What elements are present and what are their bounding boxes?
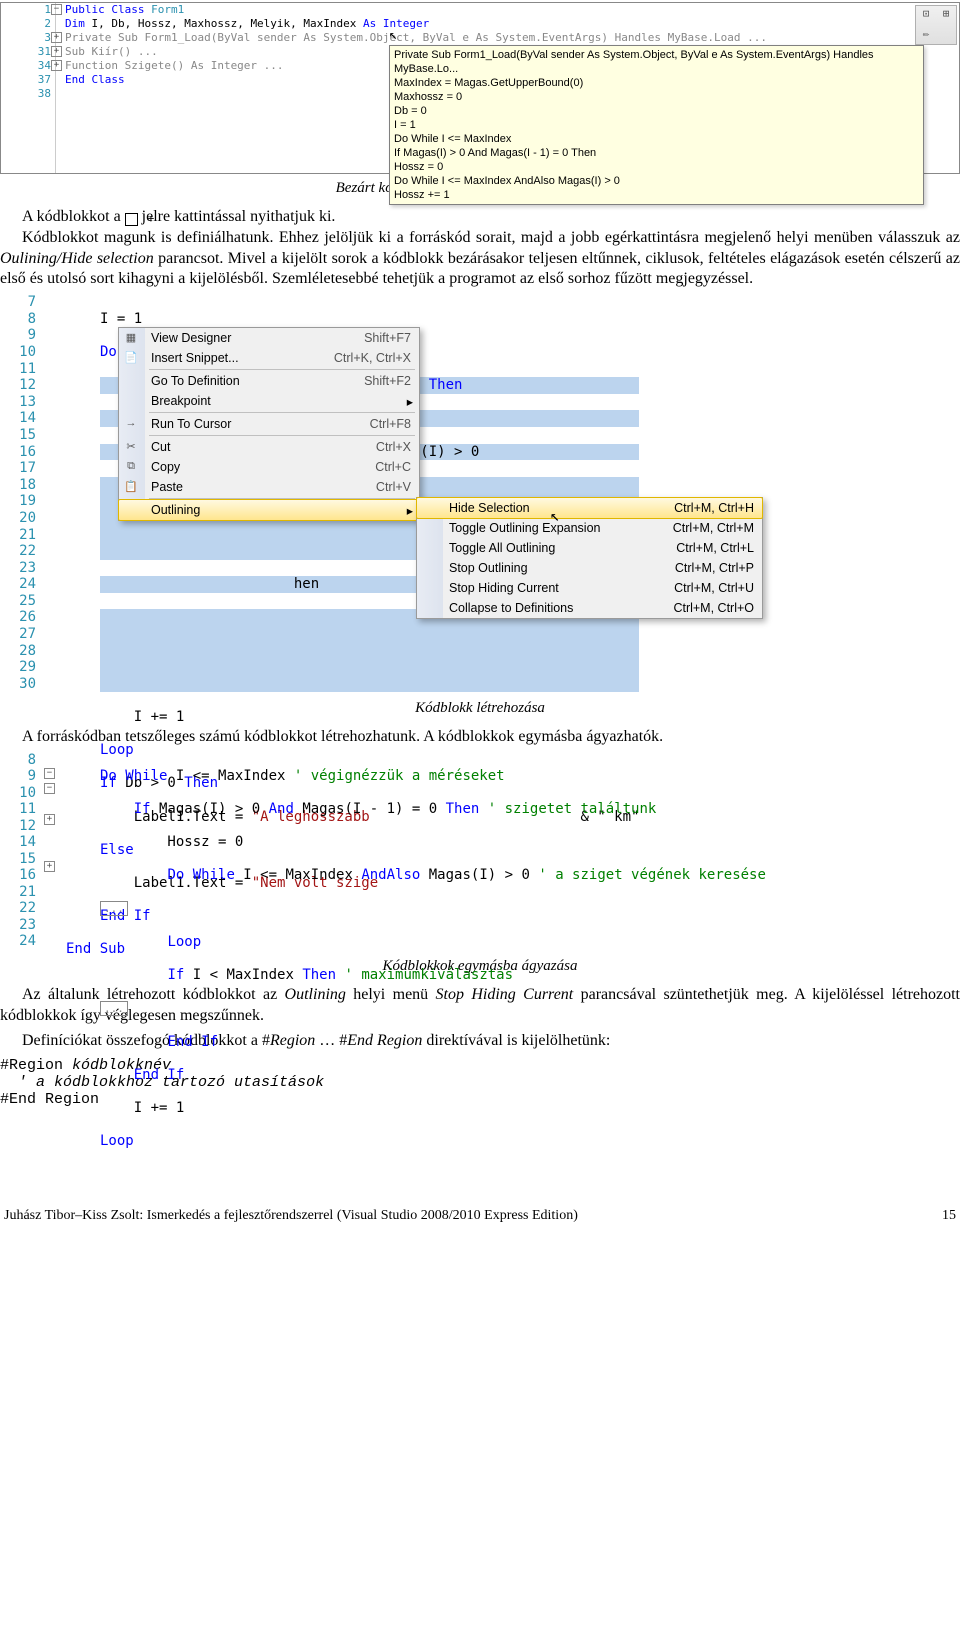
menu-item[interactable]: 📋PasteCtrl+V [119, 477, 419, 497]
line-gutter: 1 2 3 31 34 37 38 [1, 3, 56, 173]
code-tooltip: Private Sub Form1_Load(ByVal sender As S… [389, 45, 924, 205]
menu-item[interactable]: Go To DefinitionShift+F2 [119, 371, 419, 391]
screenshot-collapsed-code: 1 2 3 31 34 37 38 − + + + Public Class F… [0, 2, 960, 174]
page-footer: Juhász Tibor–Kiss Zsolt: Ismerkedés a fe… [0, 1208, 960, 1230]
menu-icon: ⧉ [123, 460, 139, 476]
fold-plus-icon[interactable]: + [51, 46, 62, 57]
submenu-item[interactable]: Stop Hiding CurrentCtrl+M, Ctrl+U [417, 578, 762, 598]
menu-item[interactable]: ▦View DesignerShift+F7 [119, 328, 419, 348]
outlining-submenu: Hide SelectionCtrl+M, Ctrl+HToggle Outli… [416, 497, 763, 619]
fold-minus-icon[interactable]: − [51, 4, 62, 15]
paragraph-1a: A kódblokkot a + jelre kattintással nyit… [0, 207, 960, 228]
collapsed-dots[interactable]: ... [100, 901, 128, 916]
outline-column: − + + + [51, 3, 63, 173]
fold-minus-icon[interactable]: − [44, 768, 55, 779]
collapsed-dots[interactable]: ... [100, 1001, 128, 1016]
screenshot-nested-blocks: 8910 111214 151621 222324 − − + + Do Whi… [0, 752, 960, 952]
line-gutter: 789 101112 131415 161718 192021 222324 2… [0, 294, 36, 692]
submenu-item[interactable]: Stop OutliningCtrl+M, Ctrl+P [417, 558, 762, 578]
cursor-icon: ↖ [389, 27, 397, 43]
submenu-item[interactable]: Toggle All OutliningCtrl+M, Ctrl+L [417, 538, 762, 558]
cursor-icon: ↖ [550, 506, 560, 525]
fold-plus-icon[interactable]: + [51, 32, 62, 43]
toolbox-panel[interactable]: ⊡ ⊞ ✏ [915, 5, 957, 45]
menu-item[interactable]: Breakpoint▸ [119, 391, 419, 411]
menu-icon: 📄 [123, 351, 139, 367]
menu-item[interactable]: ✂CutCtrl+X [119, 437, 419, 457]
submenu-item[interactable]: Collapse to DefinitionsCtrl+M, Ctrl+O [417, 598, 762, 618]
submenu-item[interactable]: Toggle Outlining ExpansionCtrl+M, Ctrl+M [417, 518, 762, 538]
tool-icon[interactable]: ✏ [917, 27, 935, 45]
menu-item[interactable]: →Run To CursorCtrl+F8 [119, 414, 419, 434]
screenshot-context-menu: 789 101112 131415 161718 192021 222324 2… [0, 294, 960, 694]
menu-icon: ✂ [123, 440, 139, 456]
menu-icon: → [123, 417, 139, 433]
menu-icon: 📋 [123, 480, 139, 496]
menu-item[interactable]: ⧉CopyCtrl+C [119, 457, 419, 477]
code-body: Do While I <= MaxIndex ' végignézzük a m… [100, 752, 766, 1183]
plus-box-icon: + [125, 213, 138, 226]
chevron-right-icon: ▸ [407, 503, 413, 518]
context-menu: ▦View DesignerShift+F7📄Insert Snippet...… [118, 327, 420, 521]
menu-icon [123, 503, 139, 519]
footer-title: Juhász Tibor–Kiss Zsolt: Ismerkedés a fe… [4, 1208, 578, 1224]
submenu-item[interactable]: Hide SelectionCtrl+M, Ctrl+H [416, 497, 763, 519]
tool-icon[interactable]: ⊞ [937, 7, 955, 25]
page-number: 15 [942, 1208, 956, 1224]
menu-item[interactable]: Outlining▸ [118, 499, 420, 521]
menu-icon [123, 394, 139, 410]
fold-plus-icon[interactable]: + [44, 814, 55, 825]
menu-item[interactable]: 📄Insert Snippet...Ctrl+K, Ctrl+X [119, 348, 419, 368]
fold-minus-icon[interactable]: − [44, 783, 55, 794]
paragraph-1b: Kódblokkot magunk is definiálhatunk. Ehh… [0, 228, 960, 290]
chevron-right-icon: ▸ [407, 394, 413, 409]
line-gutter: 8910 111214 151621 222324 [0, 752, 36, 950]
fold-plus-icon[interactable]: + [44, 861, 55, 872]
menu-icon [123, 374, 139, 390]
tool-icon[interactable]: ⊡ [917, 7, 935, 25]
menu-icon: ▦ [123, 331, 139, 347]
fold-plus-icon[interactable]: + [51, 60, 62, 71]
outline-column: − − + + [44, 752, 56, 869]
